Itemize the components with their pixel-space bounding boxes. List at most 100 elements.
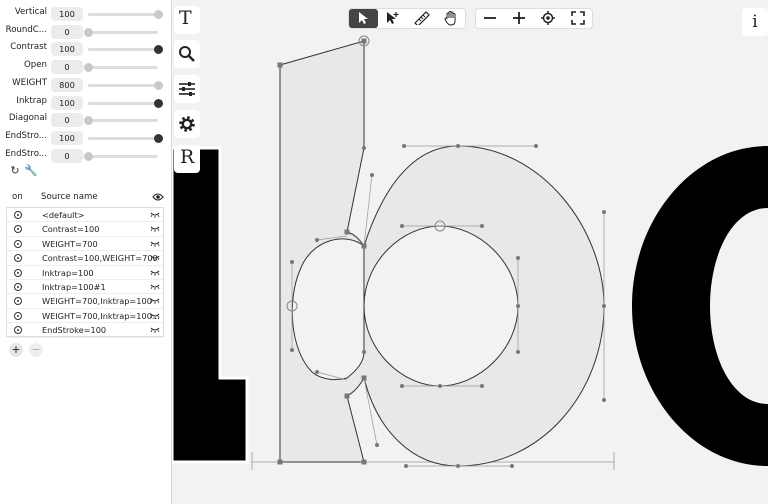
slider-handle[interactable] [83,28,93,37]
source-row[interactable]: WEIGHT=700 [7,237,163,252]
source-on-toggle[interactable] [14,211,22,219]
axis-row: Vertical 100 [0,5,172,23]
text-tool-button[interactable]: T [174,6,200,34]
axis-slider[interactable] [83,63,158,72]
slider-handle[interactable] [83,63,93,72]
add-source-button[interactable]: + [9,343,23,357]
eye-closed-icon[interactable] [150,270,160,276]
axis-slider[interactable] [83,28,158,37]
sliders-tool-button[interactable] [174,75,200,103]
source-on-toggle[interactable] [14,311,22,320]
pen-pointer-tool-button[interactable] [378,9,407,28]
info-button[interactable]: i [742,8,768,36]
slider-handle[interactable] [153,99,163,108]
source-name: WEIGHT=700,Inktrap=100... [42,310,160,321]
source-on-toggle[interactable] [14,254,22,263]
hand-tool-button[interactable] [437,9,466,28]
axis-value-field[interactable]: 0 [51,149,83,163]
eye-closed-icon[interactable] [150,226,160,233]
zoom-in-button[interactable] [505,9,534,28]
axis-value-field[interactable]: 0 [51,60,83,74]
tool-group-edit [348,8,466,29]
axis-slider[interactable] [88,10,163,19]
axis-value-field[interactable]: 800 [51,78,83,92]
app-window: Vertical 100 RoundC... 0 Contrast 100 Open 0 WEI… [0,0,768,504]
search-tool-button[interactable] [174,40,200,68]
zoom-to-selection-button[interactable] [534,9,563,28]
source-on-toggle[interactable] [14,283,22,291]
refresh-icon[interactable]: ↻ [8,164,22,178]
pointer-icon [359,12,368,24]
axis-row: Inktrap 100 [0,94,172,112]
gear-icon [179,116,195,132]
search-icon [179,46,195,62]
source-on-toggle[interactable] [14,239,22,248]
pointer-tool-button[interactable] [349,9,378,28]
source-row[interactable]: Inktrap=100 [7,266,163,280]
axis-label: RoundC... [5,25,47,35]
panel-tools: ↻ 🔧 [8,164,48,180]
source-on-toggle[interactable] [14,268,22,277]
source-name-column-header: Source name [41,192,98,202]
slider-handle[interactable] [153,134,163,143]
source-row[interactable]: WEIGHT=700,Inktrap=100... [7,309,163,324]
axis-row: EndStro... 0 [0,147,172,165]
source-name: Inktrap=100 [42,267,94,278]
hand-icon [444,11,456,26]
source-row[interactable]: Inktrap=100#1 [7,280,163,295]
plus-icon [513,12,525,24]
sources-tool-button[interactable]: R [174,145,200,173]
source-on-toggle[interactable] [14,297,22,306]
axis-value-field[interactable]: 100 [51,131,83,145]
axis-slider[interactable] [88,45,163,54]
source-name: Inktrap=100#1 [42,282,106,292]
neighbor-glyph-left [172,146,249,464]
sources-letter-icon: R [180,146,195,168]
source-row[interactable]: EndStroke=100 [7,323,163,338]
eye-closed-icon[interactable] [150,212,160,218]
source-row[interactable]: WEIGHT=700,Inktrap=100 [7,294,163,309]
axis-value-field[interactable]: 0 [51,25,83,39]
remove-source-button[interactable]: − [29,343,43,357]
minus-icon [484,17,496,19]
source-name: WEIGHT=700,Inktrap=100 [42,296,152,307]
eye-closed-icon[interactable] [150,327,160,334]
slider-handle[interactable] [153,10,163,19]
source-on-toggle[interactable] [14,326,22,335]
source-row[interactable]: Contrast=100,WEIGHT=700 [7,251,163,266]
axis-value-field[interactable]: 100 [51,7,83,21]
source-row[interactable]: Contrast=100 [7,222,163,237]
eye-closed-icon[interactable] [150,313,160,319]
axis-value-field[interactable]: 0 [51,113,83,127]
slider-handle[interactable] [153,45,163,54]
axis-slider[interactable] [83,152,158,161]
axis-slider[interactable] [83,116,158,125]
sliders-icon [179,82,195,96]
zoom-out-button[interactable] [476,9,505,28]
eye-closed-icon[interactable] [150,284,160,290]
axis-slider[interactable] [88,134,163,143]
glyph-canvas[interactable] [172,0,768,504]
source-row[interactable]: <default> [7,208,163,223]
slider-handle[interactable] [83,152,93,161]
axis-row: RoundC... 0 [0,23,172,41]
eye-closed-icon[interactable] [150,255,160,262]
axis-label: Diagonal [8,113,47,123]
fit-view-button[interactable] [564,9,593,28]
slider-handle[interactable] [83,116,93,125]
slider-handle[interactable] [153,81,163,90]
axis-row: WEIGHT 800 [0,76,172,94]
pointer-plus-icon [387,12,399,24]
eye-closed-icon[interactable] [150,298,160,305]
axis-value-field[interactable]: 100 [51,96,83,110]
eye-closed-icon[interactable] [150,241,160,247]
settings-tool-button[interactable] [174,110,200,138]
wrench-icon[interactable]: 🔧 [24,164,38,178]
target-icon [541,11,555,25]
axis-slider[interactable] [88,99,163,108]
axis-value-field[interactable]: 100 [51,42,83,56]
axis-slider[interactable] [88,81,163,90]
knife-tool-button[interactable] [407,9,436,28]
source-on-toggle[interactable] [14,225,22,234]
eye-icon[interactable] [152,192,164,202]
